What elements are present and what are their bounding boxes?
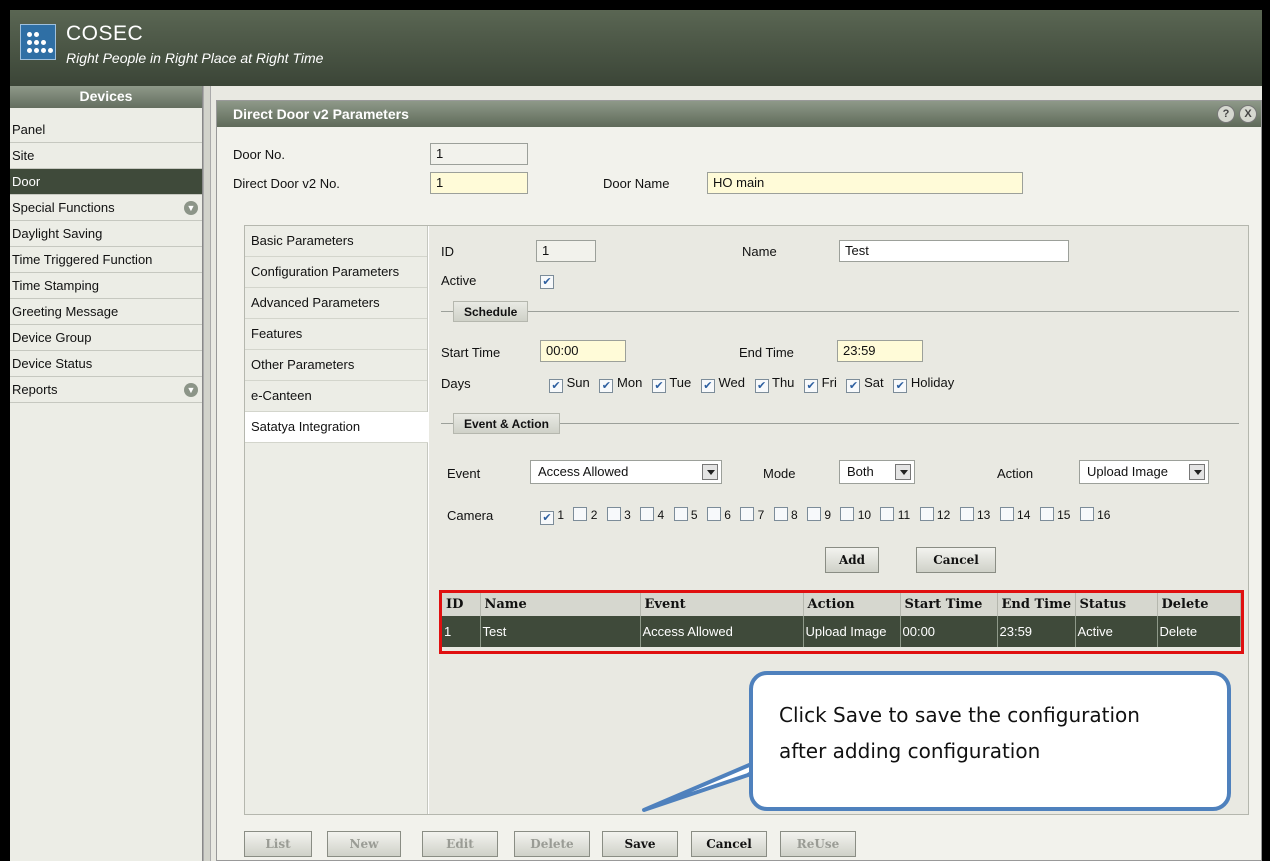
app-window: COSEC Right People in Right Place at Rig… [10,10,1262,861]
callout-box: Click Save to save the configuration aft… [749,671,1231,811]
callout-line-2: after adding configuration [779,739,1041,763]
callout-line-1: Click Save to save the configuration [779,703,1140,727]
